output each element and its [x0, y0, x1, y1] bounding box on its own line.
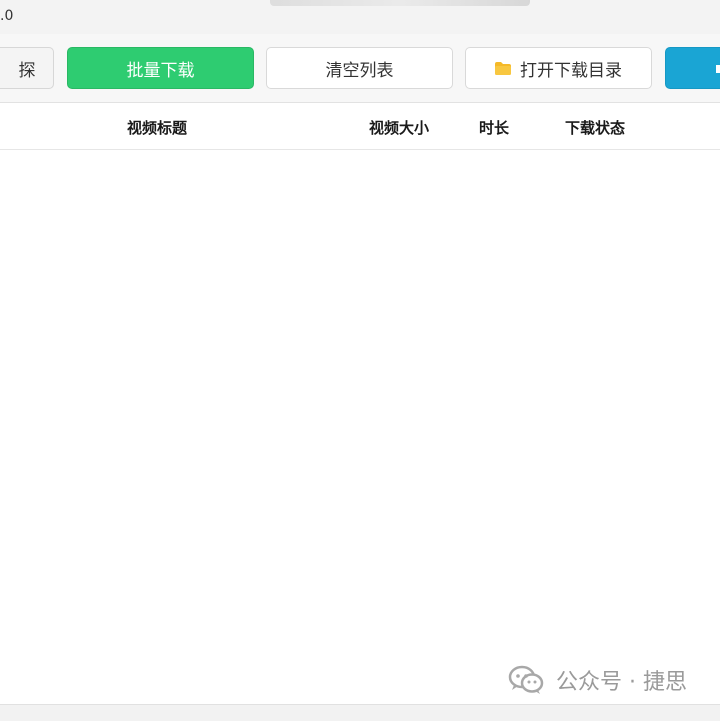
batch-download-label: 批量下载	[126, 60, 195, 81]
folder-icon	[495, 62, 511, 75]
open-download-folder-label: 打开下载目录	[520, 60, 622, 81]
status-bar	[0, 704, 720, 721]
explore-button-label: 探	[18, 60, 36, 81]
column-header-title[interactable]: 视频标题	[127, 117, 187, 138]
wechat-icon	[508, 665, 544, 694]
watermark-text: 公众号 · 捷思	[556, 670, 687, 695]
clear-list-label: 清空列表	[325, 60, 394, 81]
explore-button[interactable]: 探	[0, 47, 54, 89]
title-blurred-text	[270, 0, 530, 6]
download-list[interactable]	[0, 150, 720, 680]
batch-download-button[interactable]: 批量下载	[67, 47, 254, 89]
watermark: 公众号 · 捷思	[508, 662, 687, 698]
column-header-status[interactable]: 下载状态	[565, 117, 625, 138]
extra-action-button[interactable]	[665, 47, 720, 89]
open-download-folder-button[interactable]: 打开下载目录	[465, 47, 652, 89]
table-header: 视频标题 视频大小 时长 下载状态	[0, 103, 720, 150]
title-bar: .0	[0, 0, 720, 35]
extra-action-icon	[716, 65, 720, 73]
toolbar: 探 批量下载 清空列表 打开下载目录	[0, 34, 720, 103]
window-title: .0	[0, 8, 14, 24]
column-header-size[interactable]: 视频大小	[369, 117, 429, 138]
column-header-duration[interactable]: 时长	[479, 117, 509, 138]
clear-list-button[interactable]: 清空列表	[266, 47, 453, 89]
